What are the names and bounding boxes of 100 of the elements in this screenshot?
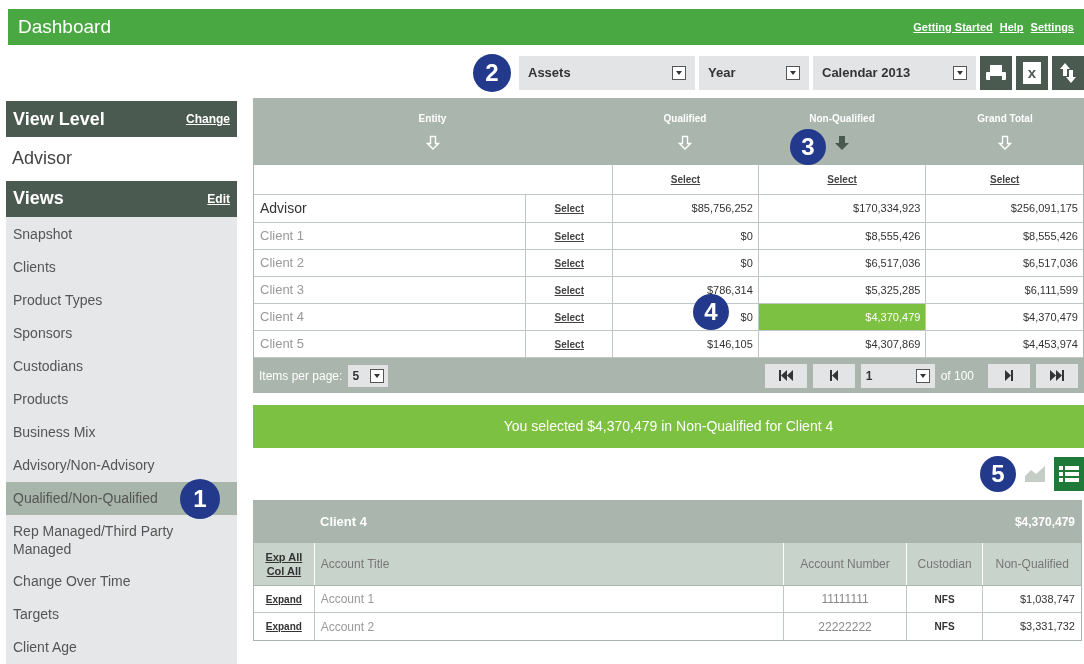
- dropdown-value: Calendar 2013: [822, 64, 911, 83]
- select-link[interactable]: Select: [554, 282, 584, 298]
- select-link[interactable]: Select: [554, 336, 584, 352]
- up-down-arrows-icon: [1060, 62, 1076, 84]
- table-cell[interactable]: $6,111,599: [925, 277, 1083, 303]
- callout-badge: 5: [980, 456, 1016, 492]
- callout-badge: 4: [693, 294, 729, 330]
- table-cell[interactable]: $146,105: [612, 331, 758, 357]
- table-cell[interactable]: $4,453,974: [925, 331, 1083, 357]
- select-link[interactable]: Select: [554, 309, 584, 325]
- dropdown[interactable]: Assets: [519, 56, 695, 90]
- column-header: Account Title: [313, 543, 784, 585]
- section-title: Views: [13, 187, 64, 211]
- expand-link[interactable]: Expand: [265, 619, 302, 634]
- table-cell[interactable]: $85,756,252: [612, 195, 758, 222]
- dropdown-caret-icon: [786, 66, 800, 80]
- table-cell[interactable]: $170,334,923: [757, 195, 926, 222]
- column-header: Account Number: [783, 543, 906, 585]
- selection-banner: You selected $4,370,479 in Non-Qualified for Client 4: [253, 405, 1084, 448]
- select-link[interactable]: Select: [827, 172, 857, 187]
- table-cell: NFS: [905, 613, 983, 640]
- table-cell[interactable]: $4,307,869: [757, 331, 926, 357]
- select-link[interactable]: Select: [554, 228, 584, 244]
- table-cell[interactable]: $8,555,426: [757, 223, 926, 249]
- next-page-button[interactable]: [988, 363, 1030, 388]
- dropdown-caret-icon: [672, 66, 686, 80]
- sidebar-item[interactable]: Client Age: [6, 631, 237, 664]
- expand-all-link[interactable]: Exp All: [265, 550, 303, 564]
- table-cell: $1,038,747: [982, 586, 1081, 612]
- print-button[interactable]: [980, 56, 1012, 90]
- sidebar-item[interactable]: Custodians: [6, 350, 237, 383]
- sidebar-item[interactable]: Product Types: [6, 284, 237, 317]
- expand-link[interactable]: Expand: [265, 591, 302, 607]
- table-cell: Account 2: [313, 613, 784, 640]
- detail-title: Client 4: [320, 513, 367, 532]
- page-title: Dashboard: [18, 14, 111, 39]
- sidebar-item[interactable]: Products: [6, 383, 237, 416]
- sidebar-item[interactable]: Business Mix: [6, 416, 237, 449]
- printer-icon: [985, 64, 1007, 82]
- section-link[interactable]: Edit: [207, 189, 230, 208]
- section-title: View Level: [13, 107, 105, 131]
- collapse-all-link[interactable]: Col All: [266, 564, 302, 578]
- table-cell-text: Advisor: [260, 199, 307, 218]
- select-link[interactable]: Select: [554, 201, 584, 216]
- table-cell-text: Client 5: [260, 335, 305, 354]
- section-link[interactable]: Change: [186, 110, 230, 129]
- items-per-page-dropdown[interactable]: 5: [348, 364, 389, 387]
- dropdown-value: 5: [352, 367, 360, 385]
- table-cell[interactable]: $8,555,426: [925, 223, 1083, 249]
- sidebar-item[interactable]: Change Over Time: [6, 565, 237, 598]
- sidebar-item[interactable]: Clients: [6, 251, 237, 284]
- dropdown-value: 1: [865, 367, 873, 385]
- sidebar-item[interactable]: Advisory/Non-Advisory: [6, 449, 237, 482]
- table-cell[interactable]: $6,517,036: [925, 250, 1083, 276]
- excel-button[interactable]: x: [1016, 56, 1048, 90]
- select-link[interactable]: Select: [670, 172, 701, 187]
- table-cell-text: Client 2: [260, 254, 305, 273]
- table-cell: NFS: [905, 586, 983, 612]
- column-header: Non-Qualified: [982, 543, 1081, 585]
- table-cell[interactable]: $0: [612, 250, 758, 276]
- dropdown[interactable]: Calendar 2013: [813, 56, 976, 90]
- column-header: Custodian: [905, 543, 983, 585]
- table-cell: $3,331,732: [982, 613, 1081, 640]
- sidebar-item[interactable]: Snapshot: [6, 218, 237, 251]
- sidebar-item[interactable]: Sponsors: [6, 317, 237, 350]
- detail-total: $4,370,479: [1014, 514, 1075, 531]
- first-page-button[interactable]: [764, 363, 807, 388]
- table-cell: 22222222: [783, 613, 906, 640]
- first-page-icon: [778, 370, 793, 381]
- callout-badge: 1: [180, 479, 220, 519]
- sidebar-item[interactable]: Targets: [6, 598, 237, 631]
- page-dropdown[interactable]: 1: [860, 363, 935, 388]
- table-cell[interactable]: $6,517,036: [757, 250, 926, 276]
- table-cell[interactable]: $4,370,479: [925, 304, 1083, 330]
- dropdown-caret-icon: [370, 368, 385, 383]
- callout-badge: 3: [790, 129, 826, 165]
- table-cell[interactable]: $256,091,175: [925, 195, 1083, 222]
- last-page-button[interactable]: [1036, 363, 1078, 388]
- last-page-icon: [1050, 370, 1064, 381]
- list-view-button[interactable]: [1054, 457, 1084, 491]
- table-cell[interactable]: $5,325,285: [757, 277, 926, 303]
- select-link[interactable]: Select: [554, 255, 584, 271]
- dropdown-value: Assets: [528, 64, 571, 83]
- list-icon: [1059, 465, 1079, 483]
- table-cell[interactable]: $0: [612, 223, 758, 249]
- previous-page-button[interactable]: [812, 363, 855, 388]
- dropdown-caret-icon: [953, 66, 967, 80]
- page-count: of 100: [940, 367, 974, 385]
- callout-badge: 2: [473, 54, 511, 92]
- excel-icon: x: [1023, 62, 1041, 84]
- table-cell: Account 1: [313, 586, 784, 612]
- sidebar-item-label: Rep Managed/Third Party Managed: [13, 522, 175, 558]
- sort-button[interactable]: [1052, 56, 1084, 90]
- table-cell-text: Client 3: [260, 281, 305, 300]
- select-link[interactable]: Select: [989, 172, 1020, 187]
- dropdown[interactable]: Year: [699, 56, 809, 90]
- items-per-page-label: Items per page:: [259, 367, 343, 385]
- dropdown-value: Year: [708, 64, 736, 83]
- area-chart-icon: [1024, 465, 1046, 483]
- table-cell-text: Client 4: [260, 308, 305, 327]
